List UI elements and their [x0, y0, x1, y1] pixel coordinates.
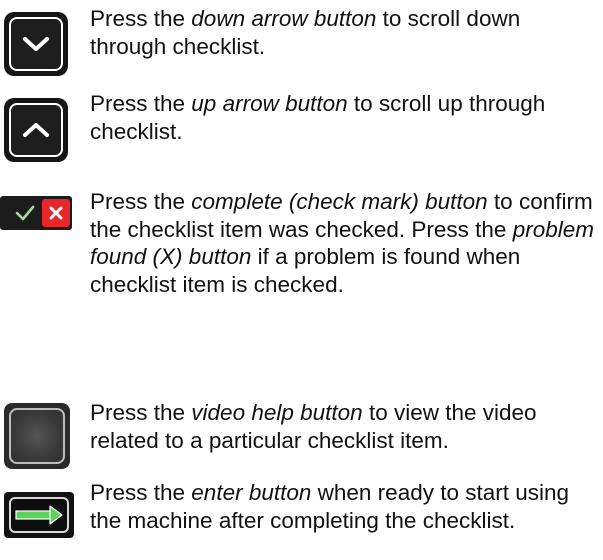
instruction-row-enter: Press the enter button when ready to sta… [0, 479, 603, 560]
complete-button-name: complete (check mark) button [191, 189, 488, 214]
down-arrow-button-name: down arrow button [191, 6, 377, 31]
instruction-row-video: Press the video help button to view the … [0, 398, 603, 478]
instruction-text-up: Press the up arrow button to scroll up t… [90, 91, 546, 144]
chevron-down-icon [9, 17, 63, 71]
video-help-button[interactable] [4, 403, 70, 469]
enter-button-name: enter button [191, 480, 312, 505]
chevron-up-icon [9, 103, 63, 157]
instruction-row-up: Press the up arrow button to scroll up t… [0, 88, 603, 168]
up-arrow-button[interactable] [4, 98, 68, 162]
down-arrow-button[interactable] [4, 12, 68, 76]
up-arrow-button-name: up arrow button [191, 91, 348, 116]
instruction-row-down: Press the down arrow button to scroll do… [0, 0, 603, 80]
instruction-text-enter: Press the enter button when ready to sta… [90, 480, 570, 533]
enter-arrow-icon [9, 497, 69, 533]
video-help-icon [9, 408, 65, 464]
instruction-row-check-x: Press the complete (check mark) button t… [0, 184, 603, 384]
instruction-text-down: Press the down arrow button to scroll do… [90, 6, 521, 59]
complete-button[interactable] [11, 199, 39, 227]
check-x-buttons [0, 196, 72, 230]
check-icon [15, 205, 35, 221]
problem-found-button[interactable] [42, 199, 70, 227]
video-help-button-name: video help button [191, 400, 363, 425]
x-icon [49, 206, 63, 220]
instruction-text-check-x: Press the complete (check mark) button t… [90, 189, 594, 297]
instruction-text-video: Press the video help button to view the … [90, 400, 537, 453]
enter-button[interactable] [4, 492, 74, 538]
